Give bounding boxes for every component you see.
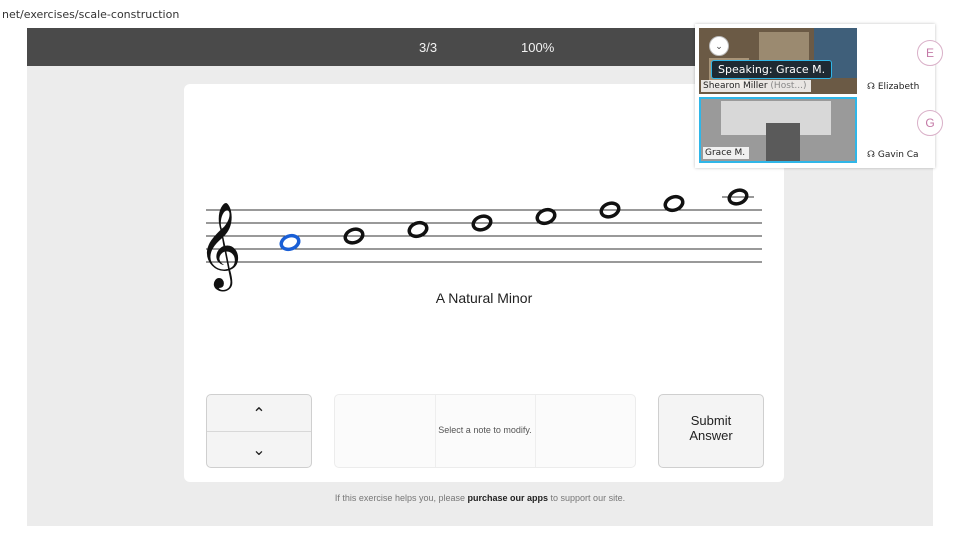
host-tag: (Host...) [770,81,807,91]
chevron-down-icon: ⌄ [252,439,266,459]
lower-note-button[interactable]: ⌄ [207,431,311,467]
microphone-muted-icon: ☊ [867,82,875,92]
participant-label: Grace M. [703,147,750,159]
pitch-stepper: ⌃ ⌄ [206,394,312,468]
participant-name: Elizabeth [877,82,920,92]
url-text: net/exercises/scale-construction [2,8,180,21]
raise-note-button[interactable]: ⌃ [207,395,311,432]
side-participant[interactable]: ☊ Elizabeth [867,82,919,92]
scale-name: A Natural Minor [435,290,533,306]
modify-hint: Select a note to modify. [438,425,532,435]
chevron-up-icon: ⌃ [252,403,266,423]
participant-name: Grace M. [705,148,746,158]
footer-suffix: to support our site. [548,493,626,503]
participant-avatar: G [917,110,943,136]
participant-name: Shearon Miller [703,81,768,91]
footer-prefix: If this exercise helps you, please [334,493,468,503]
participant-label: Shearon Miller (Host...) [701,80,811,92]
footer-message: If this exercise helps you, please purch… [27,493,933,503]
scale-notes [279,188,754,252]
participant-avatar: E [917,40,943,66]
modify-panel: Select a note to modify. [334,394,636,468]
scale-note[interactable] [722,188,754,206]
exercise-card: 𝄞 A Natural Minor ⌃ ⌄ Select a note to m… [184,84,784,482]
submit-answer-button[interactable]: Submit Answer [658,394,764,468]
treble-clef-icon: 𝄞 [198,202,242,292]
microphone-muted-icon: ☊ [867,150,875,160]
submit-label: Submit Answer [689,413,733,443]
video-tile-active[interactable]: Grace M. [699,97,857,163]
purchase-apps-link[interactable]: purchase our apps [468,493,549,503]
collapse-video-icon[interactable]: ⌄ [709,36,729,56]
speaking-indicator: Speaking: Grace M. [711,60,833,79]
music-staff: 𝄞 [198,188,762,292]
progress-counter: 3/3 [419,40,438,55]
score-percent: 100% [521,40,555,55]
participant-name: Gavin Ca [877,150,919,160]
video-call-panel: Shearon Miller (Host...) Grace M. E ☊ El… [695,24,943,168]
side-participant[interactable]: ☊ Gavin Ca [867,150,919,160]
address-bar[interactable]: net/exercises/scale-construction [0,0,960,26]
